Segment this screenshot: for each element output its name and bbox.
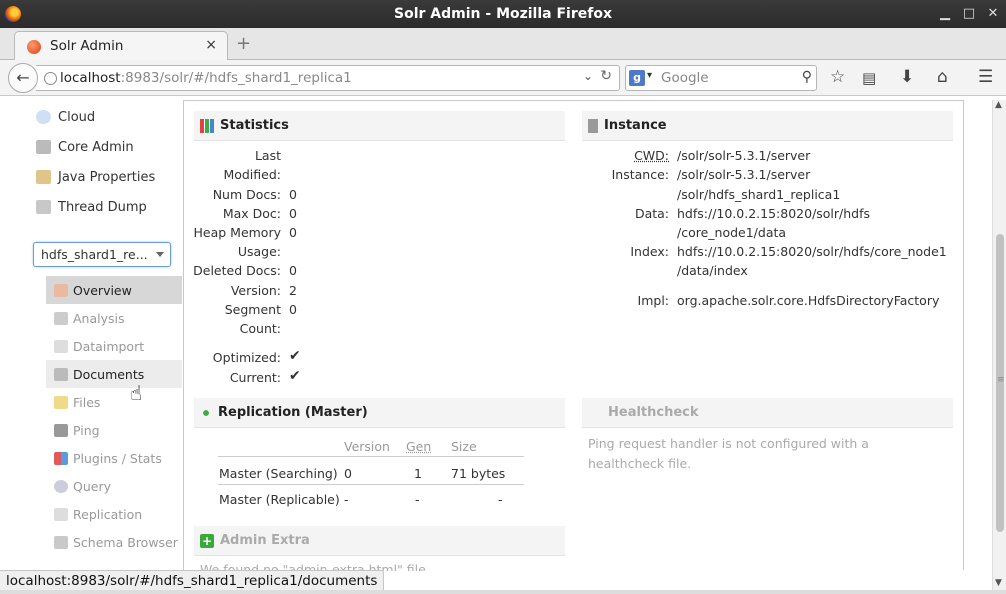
server-icon: [588, 118, 598, 133]
firefox-logo-icon: [5, 6, 21, 22]
core-menu-query[interactable]: Query: [46, 472, 182, 500]
table-row-label: Master (Replicable): [219, 492, 340, 507]
cwd-value: /solr/solr-5.3.1/server: [677, 148, 811, 163]
sidebar-item-thread-dump[interactable]: Thread Dump: [36, 195, 147, 219]
chevron-down-icon: [156, 252, 164, 257]
healthcheck-header: Healthcheck: [582, 398, 953, 428]
max-doc-value: 0: [289, 206, 297, 221]
core-selector[interactable]: hdfs_shard1_re...: [33, 242, 171, 267]
back-button[interactable]: ←: [8, 63, 38, 93]
tab-strip: Solr Admin × +: [0, 28, 1006, 61]
segment-count-value: 0: [289, 302, 297, 317]
minimize-icon[interactable]: ▁: [938, 0, 952, 28]
healthcheck-message: Ping request handler is not configured w…: [588, 436, 869, 471]
search-engine-dropdown-icon[interactable]: ▾: [647, 70, 652, 81]
replication-table: Version Gen Size Master (Searching) 0 1 …: [194, 436, 565, 516]
url-dropdown-icon[interactable]: ⌄: [583, 69, 593, 83]
search-input[interactable]: Google: [661, 70, 709, 86]
admin-extra-panel: + Admin Extra We found no "admin-extra.h…: [194, 526, 565, 571]
ping-icon: [54, 423, 68, 437]
scroll-up-icon[interactable]: ▲: [995, 100, 1002, 110]
core-menu-overview[interactable]: Overview: [46, 276, 182, 304]
sidebar-item-core-admin[interactable]: Core Admin: [36, 135, 134, 159]
search-box[interactable]: g ▾ Google ⚲: [625, 65, 817, 91]
folder-icon: [54, 395, 68, 409]
schema-icon: [54, 535, 68, 549]
tab-title: Solr Admin: [50, 38, 124, 54]
current-check-icon: ✔: [289, 368, 301, 384]
google-icon[interactable]: g: [629, 70, 645, 86]
core-menu-documents[interactable]: Documents: [46, 360, 182, 388]
thread-dump-icon: [36, 200, 51, 214]
scrollbar-grip-icon: ≡: [997, 375, 1005, 385]
magnifier-icon: [54, 479, 68, 493]
bookmark-star-icon[interactable]: ☆: [830, 67, 845, 87]
navigation-bar: localhost:8983/solr/#/hdfs_shard1_replic…: [0, 60, 1006, 96]
download-icon[interactable]: ⬇: [900, 67, 914, 87]
home-icon[interactable]: ⌂: [937, 67, 948, 87]
plus-icon: +: [200, 533, 214, 548]
window-title: Solr Admin - Mozilla Firefox: [394, 6, 612, 22]
url-bar[interactable]: localhost:8983/solr/#/hdfs_shard1_replic…: [36, 65, 620, 91]
status-bar: localhost:8983/solr/#/hdfs_shard1_replic…: [0, 570, 385, 592]
replication-panel: Replication (Master) Version Gen Size Ma…: [194, 398, 565, 516]
scroll-down-icon[interactable]: ▼: [995, 578, 1002, 588]
solr-favicon-icon: [27, 40, 41, 54]
page-scrollbar[interactable]: ▲ ≡ ▼: [992, 100, 1006, 590]
home-icon: [54, 283, 68, 297]
java-icon: [36, 170, 51, 184]
instance-panel: Instance CWD: /solr/solr-5.3.1/server In…: [582, 111, 953, 311]
statistics-panel: Statistics Last Modified: Num Docs: 0 Ma…: [193, 111, 565, 391]
tab-solr-admin[interactable]: Solr Admin ×: [14, 31, 228, 61]
tab-close-icon[interactable]: ×: [205, 37, 217, 53]
table-row-label: Master (Searching): [219, 466, 338, 481]
statistics-header: Statistics: [194, 111, 565, 141]
replication-icon: [200, 405, 212, 420]
plugins-icon: [54, 451, 68, 465]
replication-header: Replication (Master): [194, 398, 565, 428]
hand-cursor-icon: ☝: [130, 381, 143, 405]
menu-icon[interactable]: ☰: [978, 67, 993, 87]
sidebar-item-java-properties[interactable]: Java Properties: [36, 165, 155, 189]
core-menu-replication[interactable]: Replication: [46, 500, 182, 528]
binoculars-icon[interactable]: ⚲: [802, 69, 812, 85]
core-admin-icon: [36, 140, 51, 154]
core-menu-files[interactable]: Files: [46, 388, 182, 416]
admin-extra-header: + Admin Extra: [194, 526, 565, 556]
reading-list-icon[interactable]: ▤: [862, 69, 876, 87]
url-text[interactable]: localhost:8983/solr/#/hdfs_shard1_replic…: [60, 70, 352, 86]
core-menu-plugins-stats[interactable]: Plugins / Stats: [46, 444, 182, 472]
core-menu: Overview Analysis Dataimport Documents F…: [46, 276, 182, 556]
funnel-icon: [54, 311, 68, 325]
dataimport-icon: [54, 339, 68, 353]
reload-icon[interactable]: ↻: [600, 68, 612, 84]
core-menu-dataimport[interactable]: Dataimport: [46, 332, 182, 360]
healthcheck-panel: Healthcheck Ping request handler is not …: [582, 398, 953, 478]
replication-icon: [54, 507, 68, 521]
window-titlebar: Solr Admin - Mozilla Firefox ▁ □ ✕: [0, 0, 1006, 28]
deleted-docs-value: 0: [289, 263, 297, 278]
impl-value: org.apache.solr.core.HdfsDirectoryFactor…: [677, 293, 940, 308]
instance-header: Instance: [582, 111, 953, 141]
window-bottom-edge: [0, 590, 1006, 594]
main-content: Statistics Last Modified: Num Docs: 0 Ma…: [183, 100, 964, 571]
version-value: 2: [289, 283, 297, 298]
heap-memory-value: 0: [289, 225, 297, 240]
documents-icon: [54, 367, 68, 381]
maximize-icon[interactable]: □: [962, 0, 976, 28]
core-menu-ping[interactable]: Ping: [46, 416, 182, 444]
sidebar-item-cloud[interactable]: Cloud: [36, 105, 95, 129]
sidebar: Cloud Core Admin Java Properties Thread …: [0, 96, 182, 570]
core-menu-schema-browser[interactable]: Schema Browser: [46, 528, 182, 556]
close-window-icon[interactable]: ✕: [986, 0, 1000, 28]
optimized-check-icon: ✔: [289, 348, 301, 364]
core-menu-analysis[interactable]: Analysis: [46, 304, 182, 332]
new-tab-button[interactable]: +: [236, 33, 251, 54]
num-docs-value: 0: [289, 187, 297, 202]
globe-icon: [44, 72, 57, 85]
bar-chart-icon: [200, 118, 214, 133]
cloud-icon: [36, 110, 51, 124]
